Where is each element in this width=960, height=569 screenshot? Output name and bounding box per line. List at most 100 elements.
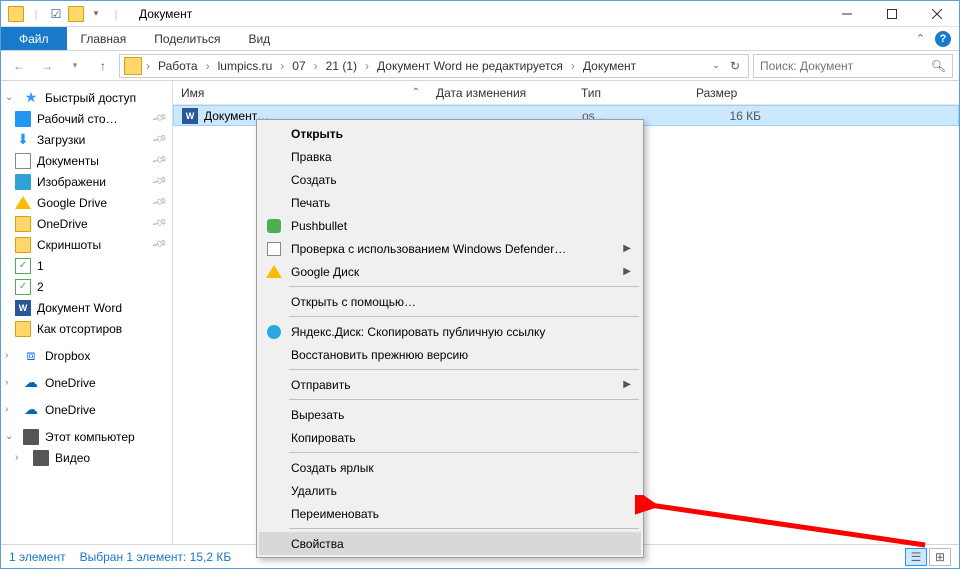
context-menu-label: Создать bbox=[291, 173, 337, 187]
sidebar-item-label: OneDrive bbox=[45, 403, 96, 417]
context-menu: Открыть Правка Создать ПечатьPushbulletПров… bbox=[256, 119, 644, 558]
context-menu-item[interactable]: Проверка с использованием Windows Defend… bbox=[259, 237, 641, 260]
context-menu-item[interactable]: Яндекс.Диск: Скопировать публичную ссылк… bbox=[259, 320, 641, 343]
breadcrumb-dropdown[interactable]: ⌄↻ bbox=[708, 59, 744, 73]
sidebar-item-label: OneDrive bbox=[37, 217, 88, 231]
sidebar-item-label: Этот компьютер bbox=[45, 430, 135, 444]
sidebar-item-icon bbox=[15, 174, 31, 190]
navigation-pane: ⌄ ★ Быстрый доступ Рабочий сто…📌︎⬇Загруз… bbox=[1, 81, 173, 544]
breadcrumb-seg[interactable]: Документ bbox=[577, 55, 642, 77]
nav-back-button[interactable]: ← bbox=[7, 54, 31, 78]
view-details-button[interactable]: ☰ bbox=[905, 548, 927, 566]
chevron-down-icon[interactable]: ⌄ bbox=[5, 92, 15, 103]
context-menu-label: Открыть с помощью… bbox=[291, 295, 416, 309]
breadcrumb-seg[interactable]: Документ Word не редактируется bbox=[371, 55, 569, 77]
context-menu-item[interactable]: Создать ярлык bbox=[259, 456, 641, 479]
sidebar-videos[interactable]: ›Видео bbox=[1, 447, 172, 468]
context-menu-separator bbox=[289, 399, 639, 400]
window-controls bbox=[824, 1, 959, 27]
context-menu-label: Создать ярлык bbox=[291, 461, 374, 475]
context-menu-item[interactable]: Переименовать bbox=[259, 502, 641, 525]
context-menu-item[interactable]: Вырезать bbox=[259, 403, 641, 426]
checkbox-icon[interactable]: ☑ bbox=[47, 5, 65, 23]
sidebar-item-label: Скриншоты bbox=[37, 238, 101, 252]
column-date[interactable]: Дата изменения bbox=[428, 86, 573, 100]
breadcrumb-seg[interactable]: lumpics.ru bbox=[212, 55, 279, 77]
column-size[interactable]: Размер bbox=[688, 86, 768, 100]
sidebar-item-label: Документ Word bbox=[37, 301, 122, 315]
search-input[interactable] bbox=[760, 59, 925, 73]
context-menu-label: Отправить bbox=[291, 378, 351, 392]
ribbon-right: ⌃ ? bbox=[916, 27, 959, 50]
context-menu-item[interactable]: Pushbullet bbox=[259, 214, 641, 237]
sidebar-item[interactable]: Изображени📌︎ bbox=[1, 171, 172, 192]
sidebar-item[interactable]: ⬇Загрузки📌︎ bbox=[1, 129, 172, 150]
file-size: 16 КБ bbox=[689, 109, 769, 123]
context-menu-label: Открыть bbox=[291, 127, 343, 141]
sidebar-item[interactable]: Рабочий сто…📌︎ bbox=[1, 108, 172, 129]
sidebar-dropbox[interactable]: ›⧈Dropbox bbox=[1, 345, 172, 366]
help-icon[interactable]: ? bbox=[935, 31, 951, 47]
submenu-arrow-icon: ▶ bbox=[623, 379, 631, 390]
context-menu-item[interactable]: Открыть с помощью… bbox=[259, 290, 641, 313]
nav-up-button[interactable]: ↑ bbox=[91, 54, 115, 78]
ribbon-tab-share[interactable]: Поделиться bbox=[140, 27, 234, 50]
close-button[interactable] bbox=[914, 1, 959, 27]
breadcrumb-seg[interactable]: Работа bbox=[152, 55, 204, 77]
chevron-right-icon[interactable]: › bbox=[144, 59, 152, 73]
ribbon-tab-home[interactable]: Главная bbox=[67, 27, 141, 50]
nav-recent-button[interactable]: ▾ bbox=[63, 54, 87, 78]
column-type[interactable]: Тип bbox=[573, 86, 688, 100]
context-menu-item[interactable]: Копировать bbox=[259, 426, 641, 449]
pushbullet-icon bbox=[265, 217, 283, 235]
sidebar-item[interactable]: Google Drive📌︎ bbox=[1, 192, 172, 213]
context-menu-label: Свойства bbox=[291, 537, 344, 551]
sidebar-item[interactable]: Скриншоты📌︎ bbox=[1, 234, 172, 255]
pin-icon: 📌︎ bbox=[151, 174, 168, 190]
context-menu-label: Копировать bbox=[291, 431, 356, 445]
sidebar-item-label: Рабочий сто… bbox=[37, 112, 118, 126]
sidebar-item[interactable]: ✓2 bbox=[1, 276, 172, 297]
sidebar-item[interactable]: Как отсортиров bbox=[1, 318, 172, 339]
context-menu-item[interactable]: Правка bbox=[259, 145, 641, 168]
context-menu-item[interactable]: Печать bbox=[259, 191, 641, 214]
ribbon-file-tab[interactable]: Файл bbox=[1, 27, 67, 50]
context-menu-item[interactable]: Восстановить прежнюю версию bbox=[259, 343, 641, 366]
sidebar-item-icon bbox=[15, 321, 31, 337]
sidebar-quick-access[interactable]: ⌄ ★ Быстрый доступ bbox=[1, 87, 172, 108]
breadcrumb[interactable]: › Работа› lumpics.ru› 07› 21 (1)› Докуме… bbox=[119, 54, 749, 78]
sidebar-this-pc[interactable]: ⌄Этот компьютер bbox=[1, 426, 172, 447]
breadcrumb-seg[interactable]: 21 (1) bbox=[320, 55, 363, 77]
sidebar-item[interactable]: WДокумент Word bbox=[1, 297, 172, 318]
sidebar-item-label: Видео bbox=[55, 451, 90, 465]
search-box[interactable]: 🔍︎ bbox=[753, 54, 953, 78]
ribbon-tab-view[interactable]: Вид bbox=[234, 27, 284, 50]
sidebar-item-label: Как отсортиров bbox=[37, 322, 122, 336]
context-menu-label: Вырезать bbox=[291, 408, 344, 422]
context-menu-item[interactable]: Создать bbox=[259, 168, 641, 191]
dropbox-icon: ⧈ bbox=[23, 348, 39, 364]
nav-forward-button[interactable]: → bbox=[35, 54, 59, 78]
sidebar-onedrive[interactable]: ›☁OneDrive bbox=[1, 372, 172, 393]
context-menu-item[interactable]: Свойства bbox=[259, 532, 641, 555]
column-name[interactable]: Имя⌃ bbox=[173, 86, 428, 100]
word-doc-icon: W bbox=[182, 108, 198, 124]
search-icon[interactable]: 🔍︎ bbox=[931, 59, 946, 73]
ribbon-expand-icon[interactable]: ⌃ bbox=[916, 32, 925, 45]
context-menu-item[interactable]: Открыть bbox=[259, 122, 641, 145]
sidebar-item[interactable]: Документы📌︎ bbox=[1, 150, 172, 171]
minimize-button[interactable] bbox=[824, 1, 869, 27]
refresh-icon[interactable]: ↻ bbox=[730, 59, 740, 73]
breadcrumb-seg[interactable]: 07 bbox=[286, 55, 311, 77]
maximize-button[interactable] bbox=[869, 1, 914, 27]
context-menu-item[interactable]: Google Диск▶ bbox=[259, 260, 641, 283]
context-menu-separator bbox=[289, 316, 639, 317]
view-icons-button[interactable]: ⊞ bbox=[929, 548, 951, 566]
context-menu-item[interactable]: Отправить ▶ bbox=[259, 373, 641, 396]
qat-dropdown-icon[interactable]: ▾ bbox=[87, 5, 105, 23]
sidebar-item[interactable]: ✓1 bbox=[1, 255, 172, 276]
sidebar-onedrive2[interactable]: ›☁OneDrive bbox=[1, 399, 172, 420]
sidebar-item[interactable]: OneDrive📌︎ bbox=[1, 213, 172, 234]
context-menu-label: Google Диск bbox=[291, 265, 359, 279]
context-menu-item[interactable]: Удалить bbox=[259, 479, 641, 502]
